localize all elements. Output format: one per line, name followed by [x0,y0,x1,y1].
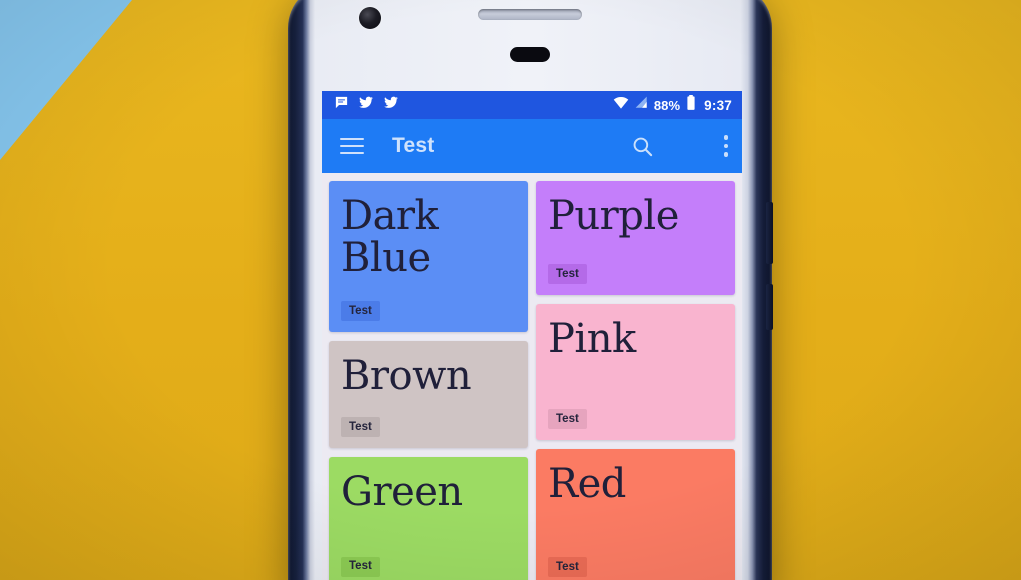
color-card[interactable]: Green Test [329,457,528,580]
grid-column-left: Dark Blue Test Brown Test Green Test [329,181,528,580]
card-chip[interactable]: Test [341,556,380,577]
twitter-icon [358,95,374,115]
phone-screen: 88% 9:37 Test Dark Blue Test Brown Test … [322,91,742,580]
card-title: Pink [548,316,636,363]
toolbar-actions [631,135,728,158]
app-toolbar: Test [322,119,742,173]
proximity-sensor [510,47,550,62]
card-chip[interactable]: Test [341,301,380,322]
front-camera [359,7,381,29]
grid-column-right: Purple Test Pink Test Red Test [536,181,735,580]
search-icon[interactable] [631,135,654,158]
card-chip[interactable]: Test [341,417,380,438]
notification-icon-tray [334,95,399,115]
card-title: Red [548,461,626,508]
smartphone-device: 88% 9:37 Test Dark Blue Test Brown Test … [288,0,773,580]
card-chip[interactable]: Test [548,409,587,430]
more-vert-icon[interactable] [723,135,728,157]
battery-percent-label: 88% [653,97,681,113]
color-card[interactable]: Red Test [536,449,735,580]
battery-icon [686,95,696,115]
twitter-icon [383,95,399,115]
color-card[interactable]: Purple Test [536,181,735,296]
card-chip[interactable]: Test [548,557,587,577]
card-title: Dark Blue [341,193,439,282]
photo-scene: 88% 9:37 Test Dark Blue Test Brown Test … [0,0,1021,580]
card-title: Green [341,469,463,516]
card-title: Purple [548,193,679,239]
hamburger-menu-icon[interactable] [340,133,364,158]
wifi-icon [613,96,629,114]
clock-label: 9:37 [704,97,732,113]
system-status-tray: 88% 9:37 [613,95,732,115]
list-view-icon[interactable] [678,142,700,151]
cell-signal-icon [635,96,648,114]
power-button[interactable] [766,284,773,330]
card-chip[interactable]: Test [548,264,587,285]
color-card[interactable]: Pink Test [536,304,735,441]
color-card[interactable]: Dark Blue Test [329,181,528,333]
volume-button[interactable] [766,202,773,264]
card-title: Brown [341,353,472,400]
color-card-grid: Dark Blue Test Brown Test Green Test Pur… [322,173,742,580]
color-card[interactable]: Brown Test [329,341,528,449]
earpiece-speaker [478,9,582,20]
page-title: Test [392,134,435,157]
android-status-bar: 88% 9:37 [322,91,742,119]
message-icon [334,95,349,115]
